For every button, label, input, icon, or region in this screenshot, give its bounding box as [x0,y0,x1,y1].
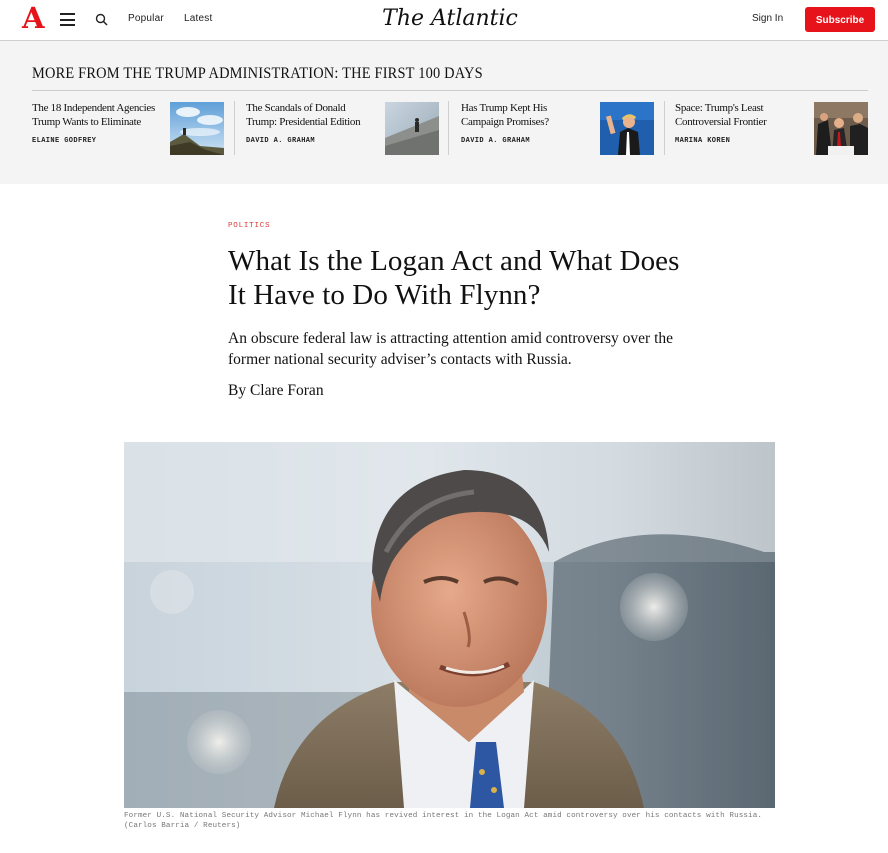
search-icon[interactable] [94,12,110,28]
related-item[interactable]: The 18 Independent Agencies Trump Wants … [32,101,224,157]
person-on-rooftop-photo[interactable] [385,102,439,155]
related-item[interactable]: Space: Trump's Least Controversial Front… [675,101,868,157]
hiker-on-mountain-photo[interactable] [170,102,224,155]
related-author: ELAINE GODFREY [32,137,97,145]
related-author: DAVID A. GRAHAM [246,137,316,145]
related-section-title: MORE FROM THE TRUMP ADMINISTRATION: THE … [32,65,483,82]
subscribe-button[interactable]: Subscribe [805,7,875,32]
masthead-wordmark[interactable]: The Atlantic [350,5,550,33]
site-header: A Popular Latest The Atlantic Sign In Su… [0,0,888,41]
nav-latest-link[interactable]: Latest [184,13,212,24]
related-author: DAVID A. GRAHAM [461,137,531,145]
divider [664,101,665,155]
related-headline[interactable]: The 18 Independent Agencies Trump Wants … [32,101,162,129]
michael-flynn-portrait-photo [124,442,775,808]
article-dek: An obscure federal law is attracting att… [228,330,674,368]
related-author: MARINA KOREN [675,137,731,145]
trump-signing-order-photo[interactable] [814,102,868,155]
divider [234,101,235,155]
atlantic-logo[interactable]: A [22,2,45,34]
sign-in-link[interactable]: Sign In [752,13,783,24]
section-kicker[interactable]: POLITICS [228,222,270,230]
divider [32,90,868,91]
photo-caption: Former U.S. National Security Advisor Mi… [124,812,763,830]
related-item[interactable]: Has Trump Kept His Campaign Promises? DA… [461,101,654,157]
related-item[interactable]: The Scandals of Donald Trump: Presidenti… [246,101,439,157]
related-articles-strip: MORE FROM THE TRUMP ADMINISTRATION: THE … [0,41,888,184]
related-headline[interactable]: Space: Trump's Least Controversial Front… [675,101,805,129]
nav-popular-link[interactable]: Popular [128,13,164,24]
divider [448,101,449,155]
related-headline[interactable]: Has Trump Kept His Campaign Promises? [461,101,591,129]
menu-icon[interactable] [60,13,75,26]
trump-waving-photo[interactable] [600,102,654,155]
byline[interactable]: By Clare Foran [228,382,324,400]
article-headline: What Is the Logan Act and What Does It H… [228,245,680,311]
related-headline[interactable]: The Scandals of Donald Trump: Presidenti… [246,101,376,129]
